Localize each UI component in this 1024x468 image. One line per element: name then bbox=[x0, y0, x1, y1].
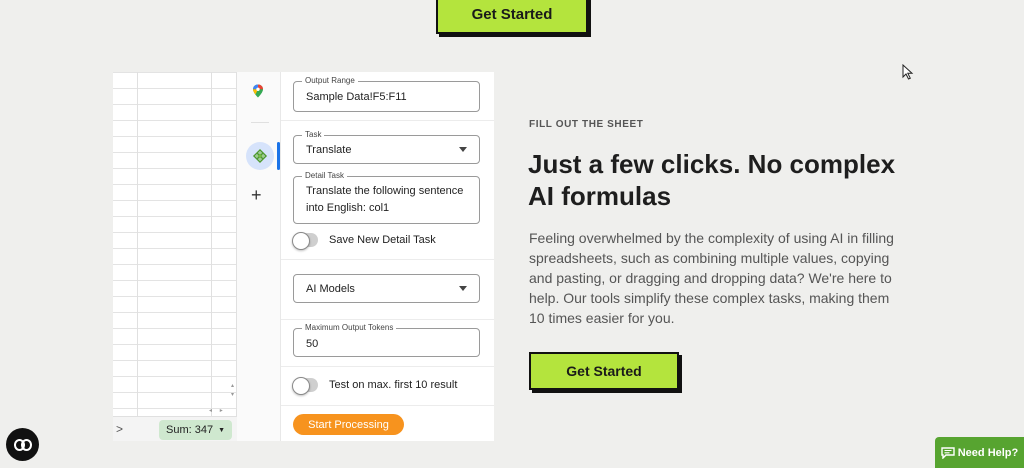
get-started-button[interactable]: Get Started bbox=[529, 352, 679, 390]
rail-divider bbox=[251, 122, 269, 123]
detail-task-field[interactable]: Detail Task Translate the following sent… bbox=[293, 171, 480, 224]
test-limit-label: Test on max. first 10 result bbox=[329, 379, 458, 391]
ai-models-select[interactable]: AI Models bbox=[293, 274, 480, 303]
start-processing-button[interactable]: Start Processing bbox=[293, 414, 404, 435]
section-divider bbox=[281, 366, 494, 367]
need-help-button[interactable]: Need Help? bbox=[935, 437, 1024, 468]
field-legend: Detail Task bbox=[302, 171, 347, 181]
section-description: Feeling overwhelmed by the complexity of… bbox=[529, 230, 894, 326]
section-divider bbox=[281, 405, 494, 406]
headline-line-1: Just a few clicks. No complex bbox=[528, 149, 896, 179]
caret-down-icon: ▼ bbox=[218, 426, 226, 434]
field-value: Sample Data!F5:F11 bbox=[306, 91, 407, 103]
save-detail-task-label: Save New Detail Task bbox=[329, 234, 436, 246]
page-headline: Just a few clicks. No complex AI formula… bbox=[528, 148, 928, 212]
detail-task-line2: into English: col1 bbox=[306, 202, 390, 214]
maps-pin-icon[interactable] bbox=[251, 84, 265, 98]
extension-icon[interactable] bbox=[246, 142, 274, 170]
sheet-nav-arrow-icon[interactable]: > bbox=[116, 422, 123, 436]
sum-indicator[interactable]: Sum: 347 ▼ bbox=[159, 420, 233, 440]
max-output-tokens-field[interactable]: Maximum Output Tokens 50 bbox=[293, 323, 480, 357]
sheet-status-bar: > Sum: 347 ▼ bbox=[113, 416, 237, 441]
top-get-started-button[interactable]: Get Started bbox=[436, 0, 588, 34]
addon-mockup: ▴ ▾ ◂ ▸ > Sum: 347 ▼ + Output Range Samp… bbox=[113, 72, 494, 441]
need-help-label: Need Help? bbox=[957, 446, 1019, 459]
caret-down-icon bbox=[459, 146, 467, 152]
sum-label: Sum: 347 bbox=[166, 424, 214, 436]
test-limit-toggle[interactable] bbox=[292, 377, 318, 395]
message-icon bbox=[941, 446, 955, 459]
sidebar-rail: + bbox=[237, 72, 281, 441]
detail-task-line1: Translate the following sentence bbox=[306, 185, 464, 197]
active-indicator bbox=[277, 142, 280, 170]
caret-down-icon bbox=[459, 285, 467, 291]
grid-column-line bbox=[137, 72, 138, 416]
field-value: 50 bbox=[306, 338, 319, 350]
output-range-field[interactable]: Output Range Sample Data!F5:F11 bbox=[293, 76, 480, 112]
section-divider bbox=[281, 319, 494, 320]
section-divider bbox=[281, 120, 494, 121]
section-divider bbox=[281, 259, 494, 260]
headline-line-2: AI formulas bbox=[528, 181, 672, 211]
spreadsheet-preview: ▴ ▾ ◂ ▸ > Sum: 347 ▼ bbox=[113, 72, 237, 441]
scroll-left-icon[interactable]: ◂ bbox=[209, 408, 212, 414]
field-value: Translate bbox=[306, 144, 352, 156]
plus-icon[interactable]: + bbox=[251, 186, 262, 204]
save-detail-task-toggle[interactable] bbox=[292, 232, 318, 250]
task-select[interactable]: Task Translate bbox=[293, 130, 480, 164]
field-legend: Maximum Output Tokens bbox=[302, 323, 397, 333]
scroll-right-icon[interactable]: ▸ bbox=[220, 408, 223, 414]
field-value: AI Models bbox=[306, 283, 355, 295]
cursor-icon bbox=[902, 64, 914, 80]
field-legend: Output Range bbox=[302, 76, 358, 86]
grid-column-line bbox=[211, 72, 212, 416]
spreadsheet-grid bbox=[113, 72, 237, 416]
horizontal-scroll-arrows[interactable]: ◂ ▸ bbox=[209, 407, 223, 414]
field-legend: Task bbox=[302, 130, 325, 140]
section-eyebrow: FILL OUT THE SHEET bbox=[529, 119, 644, 130]
chat-icon[interactable] bbox=[6, 428, 39, 461]
addon-panel: Output Range Sample Data!F5:F11 Task Tra… bbox=[281, 72, 494, 441]
